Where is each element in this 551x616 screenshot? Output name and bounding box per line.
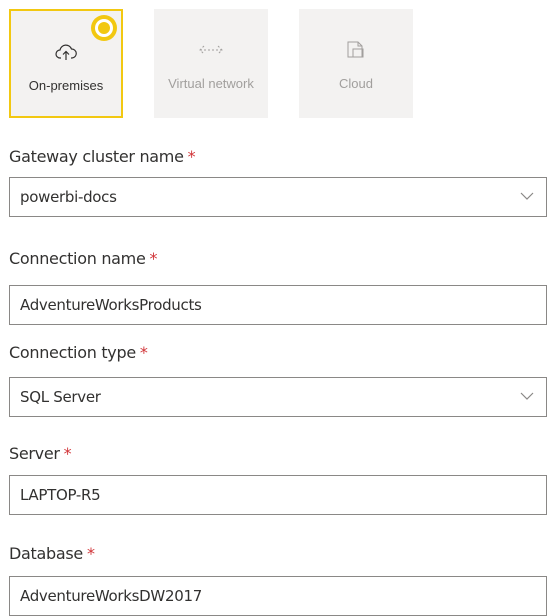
database-value: AdventureWorksDW2017	[20, 587, 202, 605]
tile-virtual-network[interactable]: Virtual network	[154, 9, 268, 118]
database-label: Database *	[9, 544, 95, 563]
gateway-cluster-name-value: powerbi-docs	[20, 188, 117, 206]
tile-label: Cloud	[339, 76, 373, 91]
connection-name-value: AdventureWorksProducts	[20, 296, 202, 314]
tile-label: On-premises	[28, 78, 104, 93]
connection-name-label: Connection name *	[9, 249, 158, 268]
gateway-cluster-name-dropdown[interactable]: powerbi-docs	[9, 177, 547, 217]
tile-on-premises[interactable]: On-premises	[9, 9, 123, 118]
server-value: LAPTOP-R5	[20, 486, 101, 504]
connection-type-dropdown[interactable]: SQL Server	[9, 377, 547, 417]
gateway-cluster-name-label: Gateway cluster name *	[9, 147, 196, 166]
connection-type-label: Connection type *	[9, 343, 148, 362]
tile-label: Virtual network	[168, 76, 254, 91]
database-input[interactable]: AdventureWorksDW2017	[9, 576, 547, 616]
selected-radio-indicator	[91, 15, 117, 41]
server-label: Server *	[9, 444, 72, 463]
cloud-upload-icon	[55, 41, 77, 63]
chevron-down-icon	[520, 192, 534, 200]
chevron-down-icon	[520, 392, 534, 400]
cloud-document-icon	[346, 39, 366, 61]
arrows-left-right-icon	[199, 39, 223, 61]
connection-name-input[interactable]: AdventureWorksProducts	[9, 285, 547, 325]
server-input[interactable]: LAPTOP-R5	[9, 475, 547, 515]
connection-type-value: SQL Server	[20, 388, 101, 406]
tile-cloud[interactable]: Cloud	[299, 9, 413, 118]
